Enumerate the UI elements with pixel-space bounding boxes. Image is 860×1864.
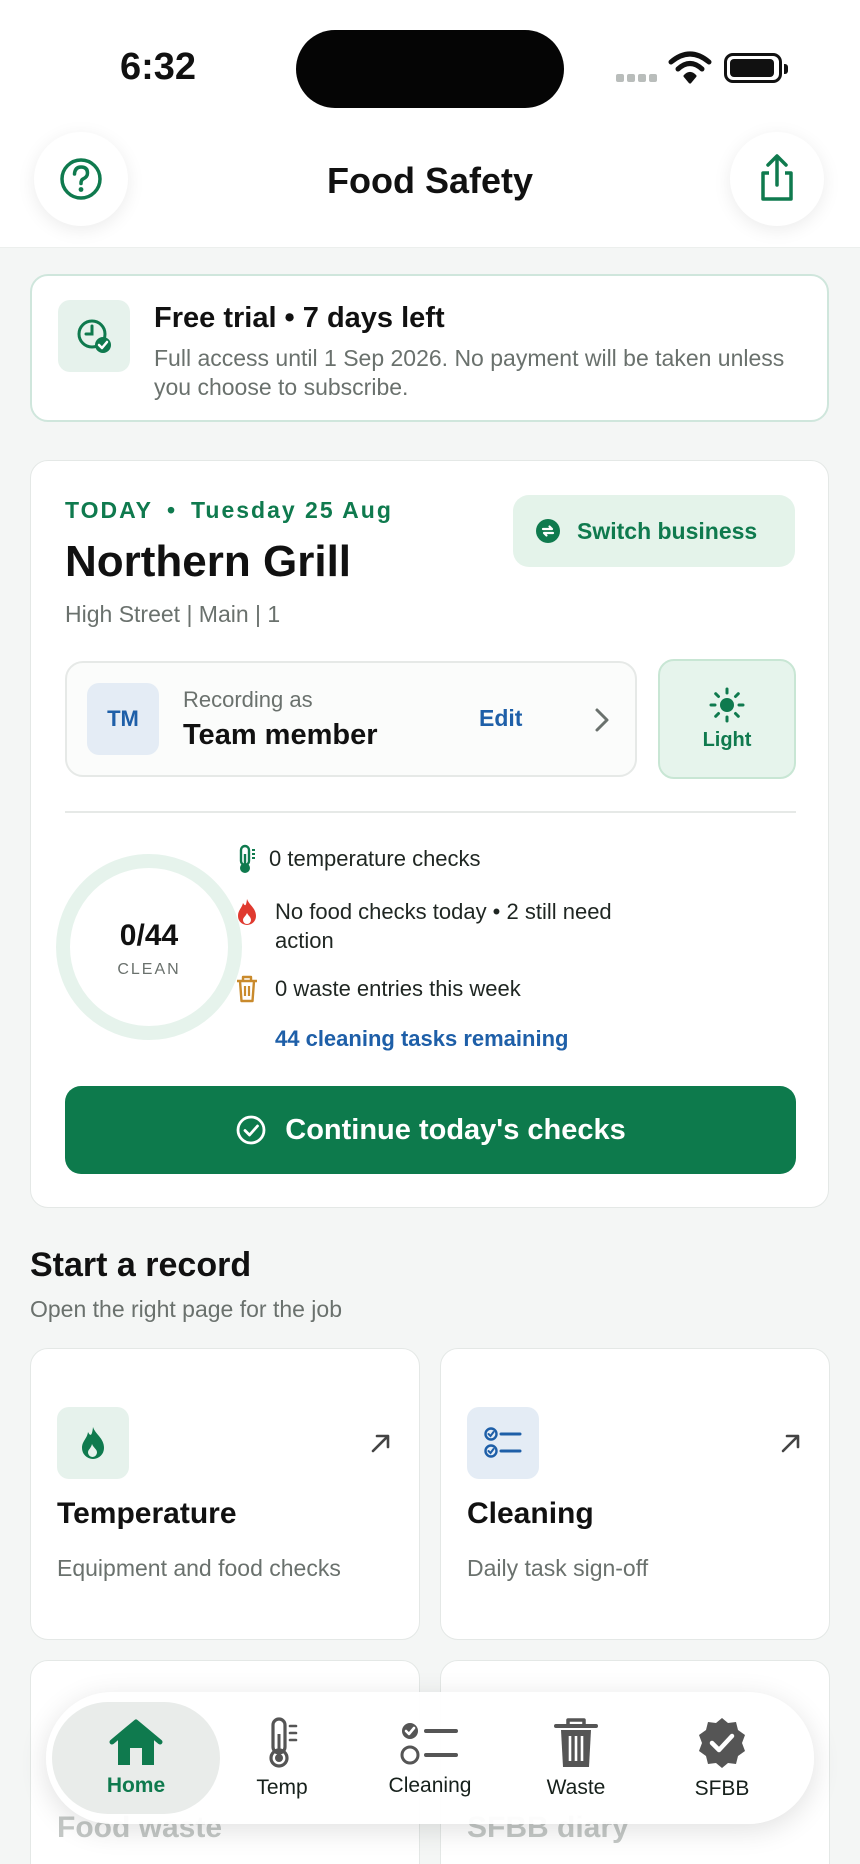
switch-business-button[interactable]: Switch business (513, 495, 795, 567)
section-subtitle: Open the right page for the job (30, 1296, 342, 1322)
flame-icon (238, 899, 256, 925)
share-button[interactable] (730, 132, 824, 226)
tab-waste[interactable]: Waste (496, 1702, 656, 1814)
recording-as-label: Recording as (183, 687, 313, 712)
arrow-up-right-icon (371, 1434, 390, 1453)
trial-description: Full access until 1 Sep 2026. No payment… (154, 345, 785, 400)
dynamic-island (296, 30, 564, 108)
sun-icon (709, 687, 745, 722)
tab-temp[interactable]: Temp (202, 1702, 362, 1814)
recording-as-row[interactable]: TM Recording as Team member Edit (65, 661, 637, 777)
flame-icon (57, 1407, 129, 1479)
tab-label: Waste (546, 1776, 606, 1799)
continue-checks-button[interactable]: Continue today's checks (65, 1086, 796, 1174)
trial-title: Free trial • 7 days left (154, 302, 445, 334)
business-name: Northern Grill (65, 537, 352, 586)
date-separator-dot: • (166, 497, 178, 523)
tab-cleaning[interactable]: Cleaning (350, 1702, 510, 1814)
home-icon (109, 1719, 163, 1765)
temperature-stat-text: 0 temperature checks (269, 846, 481, 871)
temperature-tile[interactable]: Temperature Equipment and food checks (30, 1348, 420, 1640)
recorder-name: Team member (183, 719, 378, 751)
thermometer-icon (239, 844, 255, 873)
tab-sfbb[interactable]: SFBB (642, 1702, 802, 1814)
waste-stat-text: 0 waste entries this week (275, 976, 521, 1001)
switch-business-label: Switch business (577, 517, 758, 544)
trial-clock-icon (58, 300, 130, 372)
card-divider (65, 811, 796, 813)
food-stat-text: No food checks today • 2 still need acti… (275, 899, 612, 953)
thermometer-icon (269, 1717, 298, 1768)
date-line: TODAY • Tuesday 25 Aug (65, 497, 393, 524)
tab-label: Cleaning (388, 1774, 472, 1797)
check-circle-icon (236, 1115, 266, 1145)
trash-icon (237, 975, 257, 1003)
today-label: TODAY (65, 497, 153, 523)
progress-value: 0/44 (119, 919, 179, 952)
section-title: Start a record (30, 1246, 252, 1284)
arrow-up-right-icon (781, 1434, 800, 1453)
trial-banner[interactable]: Free trial • 7 days left Full access unt… (30, 274, 829, 422)
cleaning-tile[interactable]: Cleaning Daily task sign-off (440, 1348, 830, 1640)
cleaning-tasks-link[interactable]: 44 cleaning tasks remaining (275, 1026, 568, 1052)
trash-icon (554, 1718, 598, 1767)
cellular-signal-icon (616, 74, 658, 82)
tab-label: Temp (256, 1776, 308, 1799)
chevron-right-icon (595, 708, 609, 732)
avatar: TM (87, 683, 159, 755)
progress-label: CLEAN (117, 961, 181, 978)
status-time: 6:32 (120, 46, 197, 88)
tile-title: Temperature (57, 1497, 237, 1530)
theme-label: Light (702, 728, 752, 751)
today-summary-card: TODAY • Tuesday 25 Aug Northern Grill High… (30, 460, 829, 1208)
app-screen: 6:32 Food Safety Free trial • 7 days lef… (0, 0, 860, 1864)
tile-subtitle: Equipment and food checks (57, 1555, 341, 1581)
checklist-icon (467, 1407, 539, 1479)
tile-title: Cleaning (467, 1497, 594, 1530)
tab-label: Home (106, 1774, 166, 1797)
tab-home[interactable]: Home (52, 1702, 220, 1814)
edit-recorder-link[interactable]: Edit (479, 705, 522, 732)
tab-label: SFBB (694, 1777, 750, 1800)
share-icon (761, 154, 793, 201)
badge-check-icon (699, 1718, 745, 1768)
today-date: Tuesday 25 Aug (191, 497, 393, 523)
battery-icon (724, 53, 788, 83)
tile-subtitle: Daily task sign-off (467, 1555, 649, 1581)
status-bar: 6:32 (0, 0, 860, 130)
continue-checks-label: Continue today's checks (285, 1113, 626, 1146)
checklist-icon (400, 1723, 458, 1765)
swap-dollar-icon (536, 519, 560, 543)
wifi-icon (668, 51, 712, 84)
tab-bar: Home Temp Cleaning Waste SFBB (46, 1692, 814, 1824)
business-address: High Street | Main | 1 (65, 601, 281, 627)
theme-toggle-button[interactable]: Light (658, 659, 796, 779)
